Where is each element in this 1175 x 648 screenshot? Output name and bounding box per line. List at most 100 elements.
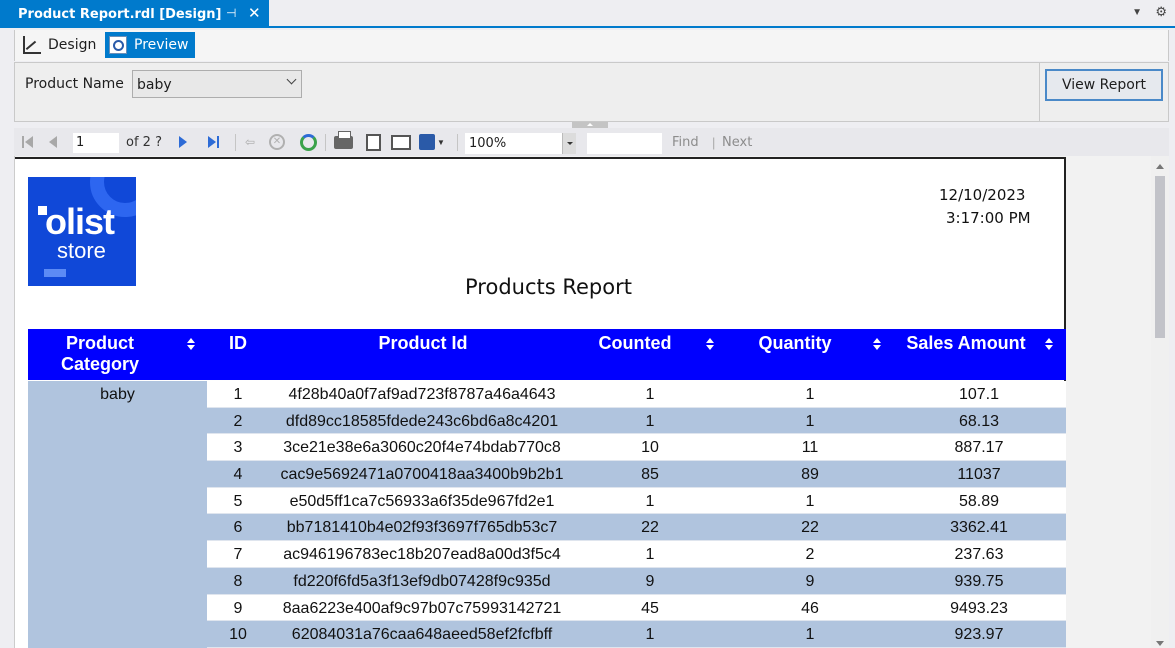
cell-id: 3 [233,439,243,457]
cell-id: 1 [233,386,243,403]
cell-quantity: 1 [805,412,815,430]
table-row: 1 4f28b40a0f7af9ad723f8787a46a4643 1 1 107.1 [207,381,1066,408]
print-icon[interactable] [332,130,354,152]
current-page-input[interactable]: 1 [73,133,119,153]
scroll-down-icon[interactable] [1156,641,1164,646]
mode-bar: Design Preview [14,30,1169,61]
parameter-divider [1039,63,1040,121]
export-icon[interactable]: ▼ [418,132,446,152]
last-page-icon[interactable] [206,132,220,152]
report-viewer: olist store 12/10/2023 3:17:00 PM Produc… [14,156,1169,648]
tab-list-dropdown-icon[interactable]: ▼ [1132,7,1142,18]
report-title: Products Report [465,275,632,299]
report-page: olist store 12/10/2023 3:17:00 PM Produc… [15,157,1066,648]
stop-rendering-icon[interactable]: ✕ [268,132,286,152]
scroll-up-icon[interactable] [1156,164,1164,169]
product-name-select[interactable]: baby [132,70,302,98]
cell-counted: 1 [645,546,655,564]
zoom-select[interactable]: 100% [465,133,576,154]
cell-quantity: 2 [805,546,815,564]
table-row: 10 62084031a76caa648aeed58ef2fcfbff 1 1 923.… [207,621,1066,648]
page-count: of 2 ? [126,135,162,150]
table-row: 4 cac9e5692471a0700418aa3400b9b2b1 85 89 110… [207,461,1066,488]
olist-store-logo: olist store [28,177,136,286]
page-setup-icon[interactable] [390,132,412,152]
cell-quantity: 1 [805,386,815,403]
cell-counted: 10 [641,439,659,457]
chevron-down-icon [286,74,297,85]
report-designer-window: Product Report.rdl [Design] ⊣ ✕ ▼ ⚙ Desi… [0,0,1175,648]
design-tab[interactable]: Design [19,32,102,58]
find-next-link[interactable]: Next [722,135,752,150]
report-toolbar: 1 of 2 ? ⇦ ✕ ▼ 100% Find | Next [14,128,1169,156]
cell-sales-amount: 68.13 [958,412,1000,430]
design-icon [23,36,41,54]
cell-sales-amount: 9493.23 [950,599,1008,617]
sort-icon[interactable] [1044,338,1054,352]
category-group-cell: baby [28,381,207,648]
cell-id: 6 [233,519,243,537]
column-header-quantity: Quantity [758,333,832,353]
table-row: 6 bb7181410b4e02f93f3697f765db53c7 22 22 336… [207,514,1066,542]
cell-quantity: 11 [801,439,819,457]
zoom-dropdown-icon[interactable] [562,133,576,154]
cell-counted: 45 [641,599,659,617]
cell-quantity: 22 [801,519,819,537]
cell-counted: 85 [641,466,659,484]
category-value: baby [100,386,135,403]
cell-product-id: 62084031a76caa648aeed58ef2fcfbff [291,626,553,644]
print-layout-icon[interactable] [363,132,383,152]
view-report-button[interactable]: View Report [1045,69,1163,101]
next-page-icon[interactable] [178,132,188,152]
scrollbar-thumb[interactable] [1155,176,1165,338]
document-tab-strip: Product Report.rdl [Design] ⊣ ✕ ▼ ⚙ [0,0,1175,28]
design-tab-label: Design [48,37,97,53]
cell-id: 10 [229,626,247,644]
cell-quantity: 1 [805,626,815,644]
close-icon[interactable]: ✕ [248,4,261,22]
vertical-scrollbar[interactable] [1151,156,1169,648]
gear-icon[interactable]: ⚙ [1155,4,1167,20]
cell-id: 8 [233,572,243,590]
previous-page-icon[interactable] [48,132,58,152]
cell-counted: 9 [645,572,655,590]
refresh-icon[interactable] [298,132,318,152]
cell-counted: 1 [645,412,655,430]
cell-sales-amount: 11037 [957,466,1001,484]
document-tab-title: Product Report.rdl [Design] [18,6,222,22]
cell-id: 5 [233,492,243,510]
sort-icon[interactable] [705,338,715,352]
table-header: Product Category ID Product Id Counted Q… [28,329,1066,380]
toolbar-separator [235,134,236,151]
cell-product-id: fd220f6fd5a3f13ef9db07428f9c935d [293,572,551,590]
preview-tab[interactable]: Preview [105,32,195,58]
cell-quantity: 46 [801,599,819,617]
cell-sales-amount: 107.1 [958,386,1000,403]
cell-sales-amount: 3362.41 [950,519,1008,537]
cell-quantity: 1 [805,492,815,510]
cell-product-id: dfd89cc18585fdede243c6bd6a8c4201 [285,412,559,430]
cell-sales-amount: 887.17 [954,439,1004,457]
column-header-counted: Counted [598,333,672,353]
product-name-label: Product Name [25,76,124,92]
cell-counted: 1 [645,492,655,510]
document-tab[interactable]: Product Report.rdl [Design] ⊣ ✕ [0,0,269,28]
cell-product-id: bb7181410b4e02f93f3697f765db53c7 [286,519,558,537]
parameter-area: Product Name baby View Report [14,62,1169,122]
find-text-input[interactable] [587,133,662,154]
cell-product-id: 4f28b40a0f7af9ad723f8787a46a4643 [288,386,556,403]
cell-product-id: cac9e5692471a0700418aa3400b9b2b1 [280,466,564,484]
cell-id: 7 [233,546,243,564]
sort-icon[interactable] [186,338,196,352]
find-link[interactable]: Find [672,135,699,150]
preview-icon [109,36,127,54]
first-page-icon[interactable] [20,132,34,152]
report-date: 12/10/2023 [939,186,1026,204]
sort-icon[interactable] [872,338,882,352]
cell-product-id: ac946196783ec18b207ead8a00d3f5c4 [283,546,561,564]
pin-icon[interactable]: ⊣ [226,6,236,20]
table-row: 9 8aa6223e400af9c97b07c75993142721 45 46 949… [207,594,1066,622]
back-to-parent-icon[interactable]: ⇦ [242,132,258,152]
cell-id: 4 [233,466,243,484]
cell-sales-amount: 923.97 [954,626,1004,644]
